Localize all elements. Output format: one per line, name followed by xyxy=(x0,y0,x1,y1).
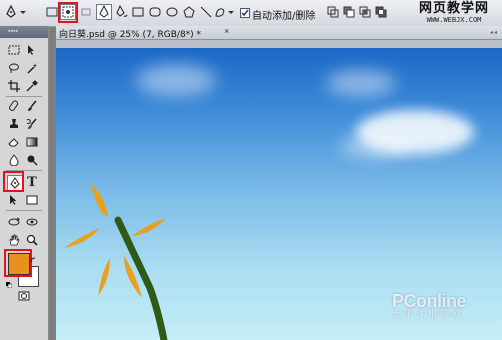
ellipse-shape-icon[interactable] xyxy=(164,4,180,20)
rectangle-tool-icon[interactable] xyxy=(25,193,39,207)
crop-tool-icon[interactable] xyxy=(7,79,21,93)
default-colors-icon[interactable] xyxy=(6,275,13,289)
quick-mask-icon[interactable] xyxy=(17,289,31,303)
document-tab-title: 向日葵.psd @ 25% (7, RGB/8*) * xyxy=(59,30,202,40)
blur-tool-icon[interactable] xyxy=(7,153,21,167)
intersect-path-areas-icon[interactable] xyxy=(357,4,373,20)
flower-stem xyxy=(114,216,168,340)
path-selection-icon[interactable] xyxy=(7,193,21,207)
panel-grip-icon: ◂◂ xyxy=(489,30,498,36)
swap-colors-icon[interactable] xyxy=(30,250,36,263)
document-tab[interactable]: 向日葵.psd @ 25% (7, RGB/8*) * × xyxy=(56,26,502,40)
eyedropper-tool-icon[interactable] xyxy=(25,79,39,93)
gradient-tool-icon[interactable] xyxy=(25,135,39,149)
pen-tool-icon[interactable] xyxy=(96,4,112,20)
zoom-tool-icon[interactable] xyxy=(25,233,39,247)
toolbox-separator xyxy=(6,96,42,97)
paths-mode-highlight xyxy=(58,2,78,23)
pen-tool-highlight xyxy=(3,171,24,192)
document-window: 向日葵.psd @ 25% (7, RGB/8*) * × ◂◂ PConlin… xyxy=(56,26,502,340)
site-watermark: 网页教学网 WWW.WEBJX.COM xyxy=(409,1,499,25)
polygon-shape-icon[interactable] xyxy=(181,4,197,20)
type-tool-icon[interactable]: T xyxy=(25,175,39,190)
image-canvas[interactable]: PConline 太平洋电脑网 xyxy=(56,48,502,340)
subtract-from-path-area-icon[interactable] xyxy=(341,4,357,20)
pconline-subtitle: 太平洋电脑网 xyxy=(392,310,465,320)
rounded-rectangle-icon[interactable] xyxy=(147,4,163,20)
options-bar: 自动添加/删除 网页教学网 WWW.WEBJX.COM xyxy=(0,0,502,27)
document-close-icon[interactable]: × xyxy=(224,26,229,36)
flower-petal xyxy=(132,218,166,236)
toolbox: ▪▪▪▪ T xyxy=(0,26,49,340)
shape-dropdown-icon[interactable] xyxy=(226,4,236,20)
watermark-title: 网页教学网 xyxy=(418,1,489,16)
auto-add-delete-label: 自动添加/删除 xyxy=(252,11,316,22)
add-to-path-area-icon[interactable] xyxy=(325,4,341,20)
magic-wand-icon[interactable] xyxy=(25,61,39,75)
pen-tool-preset-icon[interactable] xyxy=(3,4,19,20)
pconline-logo: PConline xyxy=(392,291,467,311)
preset-dropdown-icon[interactable] xyxy=(18,4,28,20)
toolbox-header[interactable]: ▪▪▪▪ xyxy=(0,26,48,38)
freeform-pen-icon[interactable] xyxy=(113,4,129,20)
3d-orbit-icon[interactable] xyxy=(25,215,39,229)
brush-tool-icon[interactable] xyxy=(25,99,39,113)
hand-tool-icon[interactable] xyxy=(7,233,21,247)
eraser-tool-icon[interactable] xyxy=(7,135,21,149)
flower-petal xyxy=(64,228,100,248)
flower-petal xyxy=(98,258,110,296)
clone-stamp-icon[interactable] xyxy=(7,117,21,131)
history-brush-icon[interactable] xyxy=(25,117,39,131)
rectangle-shape-icon[interactable] xyxy=(130,4,146,20)
lasso-tool-icon[interactable] xyxy=(7,61,21,75)
foreground-color-highlight xyxy=(4,249,32,277)
exclude-overlapping-path-areas-icon[interactable] xyxy=(373,4,389,20)
auto-add-delete-checkbox[interactable] xyxy=(240,8,250,18)
toolbox-separator xyxy=(6,210,42,211)
pconline-watermark: PConline 太平洋电脑网 xyxy=(392,291,467,321)
marquee-tool-icon[interactable] xyxy=(7,43,21,57)
flower-petal xyxy=(90,183,108,218)
3d-rotate-icon[interactable] xyxy=(7,215,21,229)
healing-brush-icon[interactable] xyxy=(7,99,21,113)
dodge-tool-icon[interactable] xyxy=(25,153,39,167)
move-tool-icon[interactable] xyxy=(25,43,39,57)
watermark-url: WWW.WEBJX.COM xyxy=(426,16,482,24)
fill-pixels-mode-icon[interactable] xyxy=(78,4,94,20)
toolbox-grip-icon: ▪▪▪▪ xyxy=(8,28,18,35)
